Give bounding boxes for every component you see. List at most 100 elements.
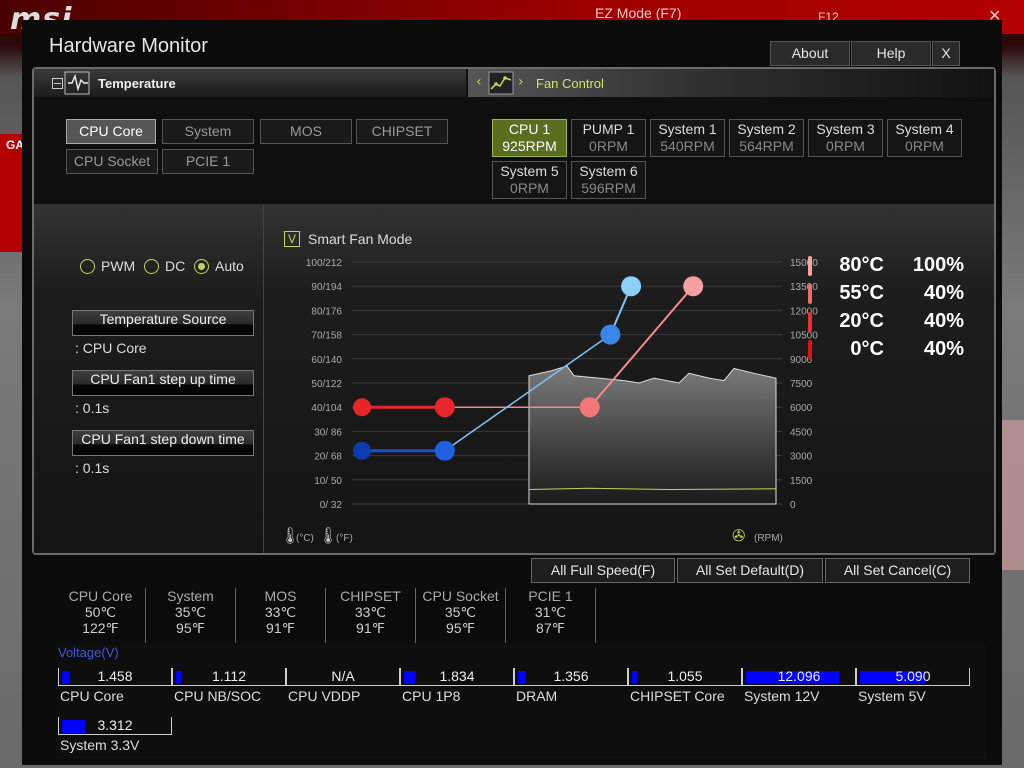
tab-prev-icon[interactable]: ‹	[476, 74, 482, 90]
fan-button-cpu-1[interactable]: CPU 1 925RPM	[492, 119, 567, 157]
temperature-source-value: : CPU Core	[75, 340, 147, 356]
fan-icon: ✇	[732, 526, 745, 545]
radio-circle-icon	[144, 258, 159, 274]
bios-right-tab	[1002, 420, 1024, 570]
voltage-label: CPU VDDP	[288, 688, 361, 704]
red-curve-point-4[interactable]	[683, 276, 704, 297]
fan-button-system-6[interactable]: System 6 596RPM	[571, 161, 646, 199]
bios-left-tab: GA	[0, 134, 24, 252]
tab-next-icon[interactable]: ›	[518, 74, 524, 90]
ez-mode-button[interactable]: EZ Mode (F7)	[595, 5, 681, 21]
legend-percent: 40%	[923, 310, 964, 332]
reading-label: System	[167, 588, 214, 604]
fan-button-system-3[interactable]: System 3 0RPM	[808, 119, 883, 157]
voltage-label: CHIPSET Core	[630, 688, 725, 704]
sensor-button-mos[interactable]: MOS	[260, 119, 352, 144]
tab-fan-control[interactable]: ‹ › Fan Control	[468, 69, 994, 97]
voltage-system-3-3v: 3.312 System 3.3V	[58, 717, 172, 757]
sensor-button-chipset[interactable]: CHIPSET	[356, 119, 448, 144]
tab-temperature[interactable]: Temperature	[34, 69, 466, 97]
reading-pcie-1: PCIE 1 31℃ 87℉	[506, 588, 596, 643]
legend-temp: 20°C	[839, 310, 884, 332]
fan-name: System 1	[658, 121, 717, 137]
reading-celsius: 31℃	[534, 604, 567, 620]
mode-pwm-radio[interactable]: PWM	[80, 258, 135, 274]
tab-temperature-label: Temperature	[98, 76, 176, 91]
legend-temp: 80°C	[839, 254, 884, 276]
all-full-speed-button[interactable]: All Full Speed(F)	[531, 558, 675, 583]
help-button[interactable]: Help	[851, 41, 931, 66]
reading-celsius: 33℃	[354, 604, 387, 620]
temperature-source-button[interactable]: Temperature Source	[72, 310, 254, 336]
fan-rpm: 0RPM	[510, 180, 549, 196]
radio-selected-icon	[194, 258, 209, 274]
voltage-cpu-nb-soc: 1.112 CPU NB/SOC	[172, 668, 286, 708]
rpm-unit-label: (RPM)	[754, 533, 783, 544]
fan-button-system-2[interactable]: System 2 564RPM	[729, 119, 804, 157]
all-set-default-button[interactable]: All Set Default(D)	[677, 558, 823, 583]
reading-celsius: 50℃	[84, 604, 117, 620]
legend-temp: 0°C	[850, 338, 884, 360]
left-tick-label: 80/176	[311, 306, 342, 317]
sensor-button-system[interactable]: System	[162, 119, 254, 144]
red-curve-point-3[interactable]	[579, 397, 600, 418]
all-set-cancel-button[interactable]: All Set Cancel(C)	[825, 558, 970, 583]
mode-auto-radio[interactable]: Auto	[194, 258, 244, 274]
fan-rpm: 540RPM	[660, 138, 715, 154]
left-tick-label: 10/ 50	[314, 476, 342, 487]
fan-rpm: 925RPM	[502, 138, 557, 154]
voltage-value: 12.096	[777, 668, 821, 684]
about-button[interactable]: About	[770, 41, 850, 66]
temperature-readings: CPU Core 50℃ 122℉ System 35℃ 95℉ MOS 33℃ 91℉ CHIP…	[56, 588, 596, 643]
fan-button-system-5[interactable]: System 5 0RPM	[492, 161, 567, 199]
red-curve-point-2[interactable]	[434, 397, 455, 418]
sensor-button-cpu-core[interactable]: CPU Core	[66, 119, 156, 144]
voltage-title: Voltage(V)	[58, 645, 119, 660]
curve-point-legend: 20°C 40%	[808, 310, 964, 333]
voltage-label: CPU NB/SOC	[174, 688, 262, 704]
voltage-value: 1.834	[439, 668, 475, 684]
voltage-section: Voltage(V) 1.458 CPU Core 1.112 CPU NB/SOC N…	[56, 644, 986, 759]
blue-curve-point-2[interactable]	[434, 440, 455, 461]
sensor-button-cpu-socket[interactable]: CPU Socket	[66, 149, 158, 174]
reading-label: MOS	[264, 588, 297, 604]
minimize-icon[interactable]	[52, 78, 64, 90]
legend-temp: 55°C	[839, 282, 884, 304]
right-tick-label: 6000	[790, 403, 813, 414]
right-tick-label: 1500	[790, 476, 813, 487]
voltage-value: 1.458	[97, 668, 133, 684]
left-tick-label: 0/ 32	[320, 500, 343, 511]
fan-rpm: 0RPM	[589, 138, 628, 154]
reading-celsius: 35℃	[444, 604, 477, 620]
step-down-time-button[interactable]: CPU Fan1 step down time	[72, 430, 254, 456]
voltage-system-5v: 5.090 System 5V	[856, 668, 970, 708]
blue-curve-point-1[interactable]	[353, 441, 371, 460]
fan-settings-left: PWM DC Auto Temperature Source : CPU Cor…	[34, 204, 264, 553]
fan-rpm: 0RPM	[905, 138, 944, 154]
fan-button-pump-1[interactable]: PUMP 1 0RPM	[571, 119, 646, 157]
fan-button-system-1[interactable]: System 1 540RPM	[650, 119, 725, 157]
legend-color-bar	[808, 311, 812, 332]
red-curve-point-1[interactable]	[353, 398, 371, 417]
reading-fahrenheit: 95℉	[446, 620, 475, 636]
fan-name: CPU 1	[508, 121, 551, 137]
fan-chart-icon	[488, 71, 514, 95]
window-title: Hardware Monitor	[49, 35, 208, 57]
step-up-time-button[interactable]: CPU Fan1 step up time	[72, 370, 254, 396]
close-button[interactable]: X	[932, 41, 960, 66]
hardware-monitor-window: Hardware Monitor About Help X Temperatur…	[22, 20, 1002, 765]
fan-name: System 6	[579, 163, 638, 179]
fan-button-system-4[interactable]: System 4 0RPM	[887, 119, 962, 157]
reading-chipset: CHIPSET 33℃ 91℉	[326, 588, 416, 643]
fan-curve-chart[interactable]: 100/212 90/194 80/176 70/158 60/140 50/122 40/…	[266, 244, 818, 545]
blue-curve-point-3[interactable]	[600, 324, 621, 345]
voltage-label: DRAM	[516, 688, 558, 704]
fahrenheit-unit-label: (°F)	[336, 533, 353, 544]
blue-curve-point-4[interactable]	[621, 276, 642, 297]
reading-label: CPU Socket	[422, 588, 499, 604]
mode-dc-radio[interactable]: DC	[144, 258, 185, 274]
sensor-button-pcie-1[interactable]: PCIE 1	[162, 149, 254, 174]
left-tick-label: 20/ 68	[314, 452, 342, 463]
celsius-unit-label: (°C)	[296, 533, 314, 544]
reading-fahrenheit: 91℉	[266, 620, 295, 636]
